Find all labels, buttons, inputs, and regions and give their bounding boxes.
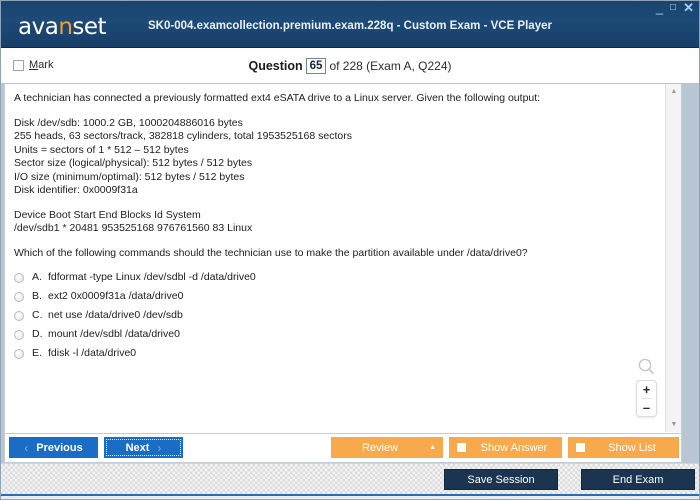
show-list-button[interactable]: Show List (568, 437, 679, 458)
output-line: Sector size (logical/physical): 512 byte… (14, 157, 253, 169)
review-button[interactable]: Review ▲ (331, 437, 443, 458)
option-text: ext2 0x0009f31a /data/drive0 (48, 290, 184, 302)
answer-option-e[interactable]: E. fdisk -l /data/drive0 (14, 347, 659, 366)
question-header-bar: Mark Question 65 of 228 (Exam A, Q224) (0, 48, 700, 84)
output-line: Units = sectors of 1 * 512 – 512 bytes (14, 143, 189, 156)
radio-button[interactable] (14, 292, 24, 302)
radio-button[interactable] (14, 311, 24, 321)
save-session-button[interactable]: Save Session (444, 469, 558, 490)
review-button-label: Review (361, 441, 399, 454)
question-word: Question (248, 59, 303, 73)
footer-bar: Save Session End Exam (0, 463, 700, 494)
show-list-checkbox[interactable] (576, 443, 585, 452)
output-line: I/O size (minimum/optimal): 512 bytes / … (14, 170, 245, 183)
question-content-pane: A technician has connected a previously … (4, 84, 682, 434)
output-line: Disk /dev/sdb: 1000.2 GB, 1000204886016 … (14, 116, 243, 129)
disk-output-block-1: Disk /dev/sdb: 1000.2 GB, 1000204886016 … (14, 117, 659, 198)
chevron-right-icon: › (157, 440, 162, 455)
option-letter: C. (32, 309, 43, 321)
option-text: fdisk -l /data/drive0 (48, 347, 137, 359)
next-button[interactable]: Next › (104, 437, 183, 458)
scroll-up-arrow[interactable]: ▲ (666, 84, 681, 99)
question-total-text: of 228 (Exam A, Q224) (329, 59, 452, 73)
vce-player-window: avanset SK0-004.examcollection.premium.e… (0, 0, 700, 500)
option-letter: E. (32, 347, 42, 359)
disk-output-block-2: Device Boot Start End Blocks Id System /… (14, 209, 659, 236)
answer-option-a[interactable]: A. fdformat -type Linux /dev/sdbl -d /da… (14, 271, 659, 290)
question-body: A technician has connected a previously … (14, 92, 659, 366)
option-letter: B. (32, 290, 42, 302)
zoom-in-button[interactable]: + (637, 381, 656, 398)
title-bar: avanset SK0-004.examcollection.premium.e… (0, 0, 700, 48)
answer-option-c[interactable]: C. net use /data/drive0 /dev/sdb (14, 309, 659, 328)
answer-option-d[interactable]: D. mount /dev/sdbl /data/drive0 (14, 328, 659, 347)
previous-button[interactable]: ‹ Previous (9, 437, 98, 458)
radio-button[interactable] (14, 330, 24, 340)
answer-options-list: A. fdformat -type Linux /dev/sdbl -d /da… (14, 271, 659, 366)
output-line: Device Boot Start End Blocks Id System (14, 208, 201, 221)
next-button-label: Next (125, 441, 150, 454)
chevron-left-icon: ‹ (24, 440, 29, 455)
question-prompt: Which of the following commands should t… (14, 246, 528, 259)
radio-button[interactable] (14, 349, 24, 359)
output-line: /dev/sdb1 * 20481 953525168 976761560 83… (14, 222, 253, 234)
end-exam-button[interactable]: End Exam (581, 469, 695, 490)
magnifier-icon (636, 357, 657, 377)
zoom-control-group: + – (636, 357, 657, 417)
option-letter: A. (32, 271, 42, 283)
scroll-down-arrow[interactable]: ▼ (666, 417, 681, 432)
triangle-up-icon: ▲ (429, 444, 436, 451)
window-controls: _ □ ✕ (656, 1, 694, 14)
show-list-label: Show List (608, 441, 656, 454)
minimize-icon[interactable]: _ (656, 1, 663, 14)
content-vertical-scrollbar[interactable]: ▲ ▼ (665, 84, 681, 432)
radio-button[interactable] (14, 273, 24, 283)
show-answer-button[interactable]: Show Answer (449, 437, 562, 458)
navigation-toolbar: ‹ Previous Next › Review ▲ Show Answer S… (4, 434, 682, 463)
question-intro: A technician has connected a previously … (14, 92, 541, 104)
show-answer-checkbox[interactable] (457, 443, 466, 452)
zoom-out-button[interactable]: – (637, 399, 656, 416)
option-text: net use /data/drive0 /dev/sdb (48, 309, 183, 321)
output-line: 255 heads, 63 sectors/track, 382818 cyli… (14, 130, 352, 142)
maximize-icon[interactable]: □ (670, 3, 676, 13)
option-letter: D. (32, 328, 43, 340)
answer-option-b[interactable]: B. ext2 0x0009f31a /data/drive0 (14, 290, 659, 309)
question-counter: Question 65 of 228 (Exam A, Q224) (0, 58, 700, 75)
footer-accent-strip (0, 494, 700, 500)
question-number-input[interactable]: 65 (305, 58, 327, 74)
scrollbar-track[interactable] (666, 99, 681, 417)
option-text: mount /dev/sdbl /data/drive0 (48, 328, 180, 340)
window-title: SK0-004.examcollection.premium.exam.228q… (148, 20, 552, 32)
previous-button-label: Previous (36, 441, 83, 454)
zoom-buttons-pill: + – (636, 380, 657, 417)
show-answer-label: Show Answer (480, 441, 548, 454)
close-icon[interactable]: ✕ (683, 1, 694, 14)
output-line: Disk identifier: 0x0009f31a (14, 184, 138, 196)
option-text: fdformat -type Linux /dev/sdbl -d /data/… (48, 271, 256, 283)
